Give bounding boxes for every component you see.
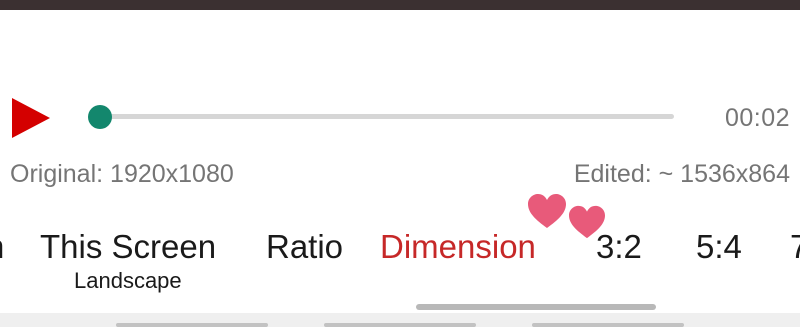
tab-ratio[interactable]: Ratio: [266, 228, 343, 266]
tab-partial-left[interactable]: n: [0, 228, 4, 266]
tab-5-4[interactable]: 5:4: [696, 228, 742, 266]
status-bar: [0, 0, 800, 10]
bottom-option-1[interactable]: [116, 323, 268, 327]
tab-this-screen-sublabel: Landscape: [74, 268, 182, 293]
bottom-option-2[interactable]: [324, 323, 476, 327]
tab-scroll-indicator: [416, 304, 656, 310]
tab-3-2[interactable]: 3:2: [596, 228, 642, 266]
tab-this-screen[interactable]: This Screen: [40, 228, 216, 266]
play-icon: [12, 98, 50, 138]
bottom-option-3[interactable]: [532, 323, 684, 327]
seek-thumb[interactable]: [88, 105, 112, 129]
tab-partial-right[interactable]: 7: [790, 228, 800, 266]
tab-dimension[interactable]: Dimension: [380, 228, 536, 266]
seek-bar[interactable]: [96, 114, 674, 119]
play-button[interactable]: [8, 96, 52, 140]
time-label: 00:02: [724, 104, 790, 132]
edited-resolution-label: Edited: ~ 1536x864: [573, 160, 790, 188]
screen: 00:02 Original: 1920x1080 Edited: ~ 1536…: [0, 0, 800, 327]
original-resolution-label: Original: 1920x1080: [10, 160, 234, 188]
